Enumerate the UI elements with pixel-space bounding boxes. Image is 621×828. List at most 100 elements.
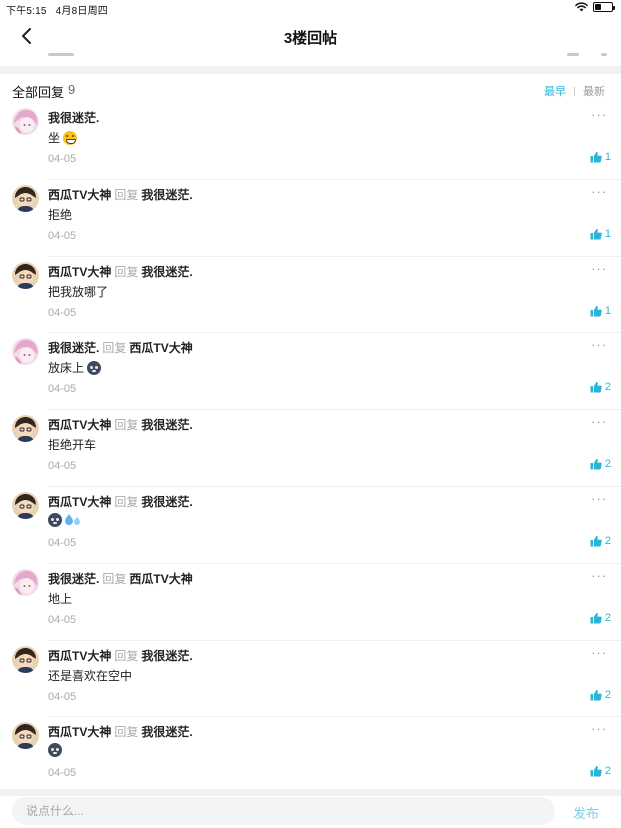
dark-face-emoji [48,743,62,758]
reply-content: 坐 [48,129,78,146]
sort-toggle: 最早 最新 [544,83,605,99]
reply-text: 把我放哪了 [48,284,109,299]
reply-author[interactable]: 西瓜TV大神 [48,418,111,432]
reply-item: 西瓜TV大神 回复 我很迷茫. 把我放哪了 04-05 ··· 1 [0,257,621,334]
reply-item: 西瓜TV大神 回复 我很迷茫. 拒绝 04-05 ··· 1 [0,180,621,257]
avatar[interactable] [12,568,39,596]
reply-text: 放床上 [48,361,85,376]
like-count: 2 [604,688,611,701]
reply-content: 把我放哪了 [48,283,108,300]
more-options-icon[interactable]: ··· [591,568,607,583]
reply-target-user[interactable]: 我很迷茫. [141,188,192,202]
sort-divider [574,86,575,96]
reply-author-line: 西瓜TV大神 回复 我很迷茫. [48,186,193,203]
reply-author[interactable]: 西瓜TV大神 [48,265,111,279]
wifi-icon [575,2,588,12]
reply-content: 拒绝开车 [48,436,96,453]
reply-target-user[interactable]: 西瓜TV大神 [129,572,192,586]
avatar[interactable] [12,184,39,212]
reply-content [48,743,62,758]
like-button[interactable]: 2 [590,458,611,470]
reply-author[interactable]: 西瓜TV大神 [48,725,111,739]
reply-date: 04-05 [48,613,77,626]
replies-title: 全部回复 [12,85,65,100]
like-button[interactable]: 2 [590,689,611,701]
grinning-emoji [63,130,78,145]
dark-face-emoji [48,512,62,527]
dark-face-emoji [87,360,102,375]
reply-author[interactable]: 西瓜TV大神 [48,495,111,509]
reply-to-label: 回复 [114,187,139,202]
sweat-drops-emoji [65,513,81,527]
more-options-icon[interactable]: ··· [591,261,607,276]
reply-content: 拒绝 [48,206,72,223]
more-options-icon[interactable]: ··· [591,184,607,199]
reply-target-user[interactable]: 我很迷茫. [141,725,192,739]
more-options-icon[interactable]: ··· [591,107,607,122]
reply-date: 04-05 [48,460,77,473]
more-options-icon[interactable]: ··· [591,491,607,506]
thumbs-up-icon [590,458,602,470]
like-button[interactable]: 2 [590,765,611,777]
avatar[interactable] [12,491,39,519]
reply-target-user[interactable]: 我很迷茫. [141,649,192,663]
avatar[interactable] [12,108,39,135]
reply-to-label: 回复 [114,494,139,509]
reply-author[interactable]: 西瓜TV大神 [48,649,111,663]
like-count: 1 [604,151,611,163]
sort-latest-option[interactable]: 最新 [583,83,605,99]
reply-author-line: 西瓜TV大神 回复 我很迷茫. [48,723,193,740]
thumbs-up-icon [590,612,602,624]
avatar[interactable] [12,261,39,289]
reply-content: 放床上 [48,359,102,376]
like-button[interactable]: 1 [590,151,611,163]
reply-to-label: 回复 [102,571,127,586]
reply-item: 西瓜TV大神 回复 我很迷茫. 04-05 ··· 2 [0,487,621,564]
thumbs-up-icon [590,381,602,393]
avatar[interactable] [12,722,39,750]
thumbs-up-icon [590,535,602,547]
like-button[interactable]: 1 [590,305,611,317]
reply-item: 我很迷茫. 坐 04-05 ··· 1 [0,103,621,180]
like-count: 2 [604,765,611,778]
more-options-icon[interactable]: ··· [591,337,607,352]
avatar[interactable] [12,338,39,366]
battery-icon [593,2,615,12]
reply-target-user[interactable]: 西瓜TV大神 [129,341,192,355]
more-options-icon[interactable]: ··· [591,645,607,660]
send-button[interactable]: 发布 [573,803,599,822]
like-count: 2 [604,381,611,394]
thumbs-up-icon [590,151,602,163]
reply-author[interactable]: 我很迷茫. [48,572,99,586]
reply-date: 04-05 [48,767,77,780]
comment-input[interactable] [12,797,555,825]
reply-author[interactable]: 我很迷茫. [48,111,99,125]
reply-text: 拒绝开车 [48,438,97,453]
reply-author-line: 我很迷茫. 回复 西瓜TV大神 [48,570,193,587]
reply-text: 坐 [48,131,61,145]
reply-content [48,512,81,527]
reply-to-label: 回复 [114,418,139,433]
reply-author[interactable]: 我很迷茫. [48,341,99,355]
like-count: 1 [604,227,611,240]
reply-author[interactable]: 西瓜TV大神 [48,188,111,202]
like-button[interactable]: 2 [590,381,611,393]
reply-date: 04-05 [48,229,77,242]
like-button[interactable]: 2 [590,535,611,547]
reply-text: 地上 [48,591,73,606]
reply-target-user[interactable]: 我很迷茫. [141,495,192,509]
more-options-icon[interactable]: ··· [591,414,607,429]
more-options-icon[interactable]: ··· [591,721,607,736]
like-button[interactable]: 2 [590,612,611,624]
reply-target-user[interactable]: 我很迷茫. [141,418,192,432]
reply-target-user[interactable]: 我很迷茫. [141,265,192,279]
reply-author-line: 西瓜TV大神 回复 我很迷茫. [48,647,193,664]
like-button[interactable]: 1 [590,228,611,240]
reply-author-line: 西瓜TV大神 回复 我很迷茫. [48,263,193,280]
reply-author-line: 西瓜TV大神 回复 我很迷茫. [48,493,193,510]
reply-to-label: 回复 [102,341,127,356]
avatar[interactable] [12,415,39,443]
reply-item: 西瓜TV大神 回复 我很迷茫. 拒绝开车 04-05 ··· 2 [0,410,621,487]
sort-earliest-option[interactable]: 最早 [544,83,566,99]
avatar[interactable] [12,645,39,673]
